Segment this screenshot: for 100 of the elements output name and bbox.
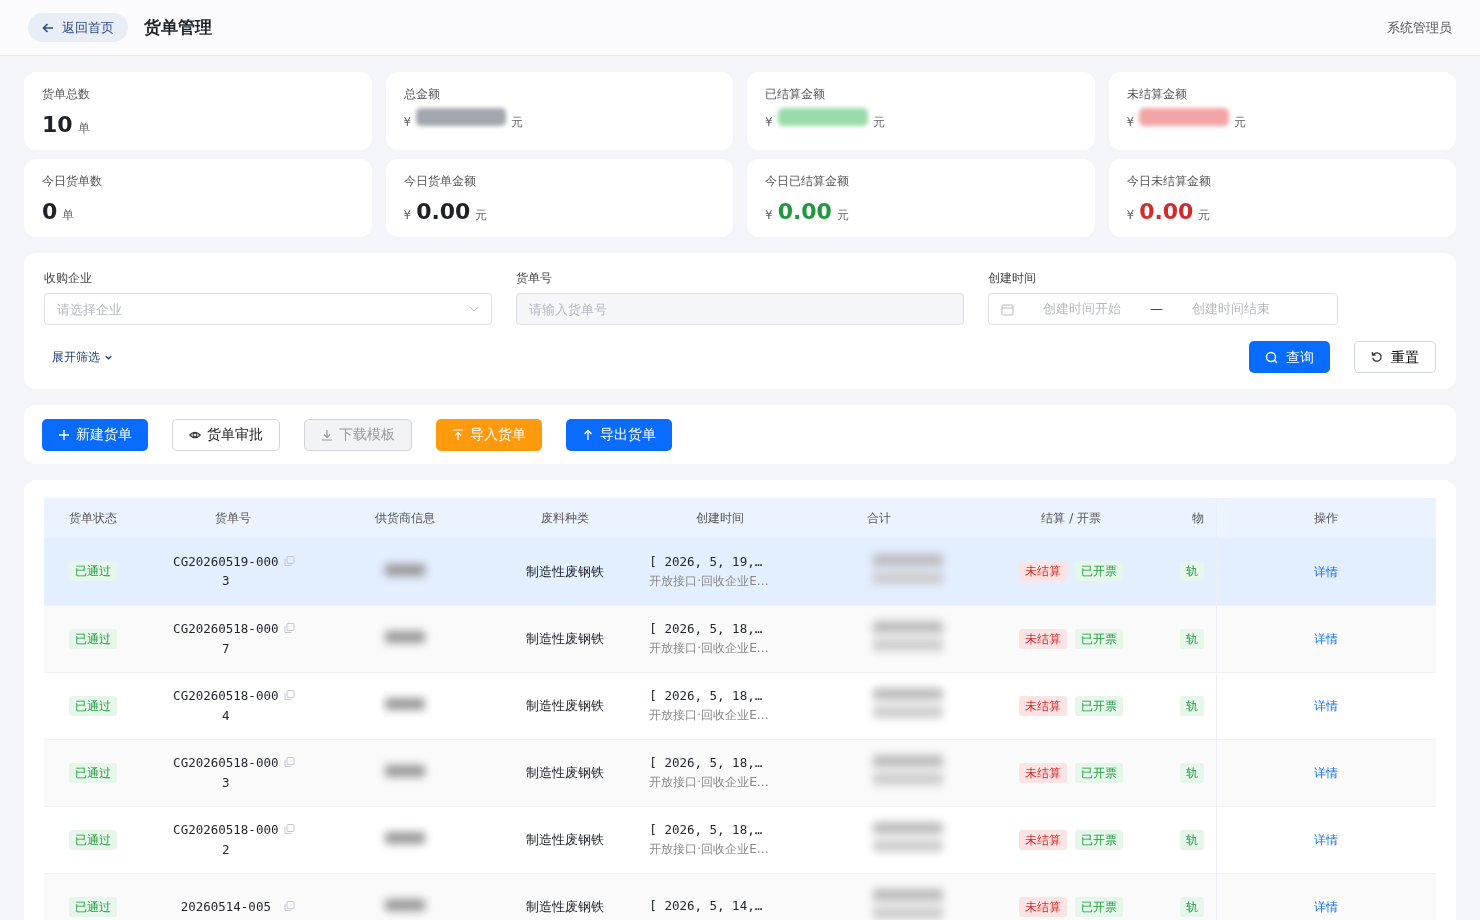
user-name: 系统管理员: [1387, 18, 1452, 37]
currency-sign: ¥: [1126, 114, 1135, 131]
copy-icon[interactable]: [283, 555, 295, 567]
stat-value: 0: [42, 198, 58, 226]
details-link[interactable]: 详情: [1314, 765, 1339, 780]
waste-type: 制造性废钢铁: [525, 697, 604, 713]
logistics-tag: 轨: [1179, 829, 1204, 850]
copy-icon[interactable]: [283, 623, 295, 635]
field-label: 收购企业: [44, 270, 93, 287]
search-button[interactable]: 查询: [1249, 341, 1330, 373]
blurred-value: [384, 630, 425, 643]
status-tag: 已通过: [68, 829, 117, 850]
blurred-value: [384, 697, 425, 710]
stat-label: 已结算金额: [765, 86, 826, 103]
stat-label: 未结算金额: [1126, 86, 1188, 103]
waste-type: 制造性废钢铁: [525, 563, 604, 579]
unit-label: 单: [77, 120, 90, 137]
order-number: CG20260518-0007: [172, 620, 280, 658]
copy-icon[interactable]: [283, 690, 295, 702]
blurred-value: [384, 764, 425, 777]
start-date-input[interactable]: 创建时间开始: [1022, 298, 1142, 320]
logistics-tag: 轨: [1179, 695, 1204, 716]
table-row[interactable]: 已通过 CG20260518-0007 制造性废钢铁 [ 2026, 5, 18,… 开放接口·回收企业E… 未结算 已开票 轨 详情: [44, 605, 1436, 672]
search-icon: [1265, 350, 1278, 364]
table-row[interactable]: 已通过 CG20260519-0003 制造性废钢铁 [ 2026, 5, 19,… 开放接口·回收企业E… 未结算 已开票 轨 详情: [44, 538, 1436, 605]
column-header: 创建时间: [645, 498, 796, 538]
logistics-tag: 轨: [1179, 896, 1204, 917]
order-number: CG20260519-0003: [172, 552, 280, 591]
status-tag: 已通过: [68, 762, 117, 783]
waste-type: 制造性废钢铁: [525, 764, 604, 780]
toolbar-button[interactable]: 货单审批: [172, 418, 280, 451]
invoice-tag: 已开票: [1075, 829, 1124, 850]
settlement-tag: 未结算: [1019, 896, 1068, 917]
arrow-left-icon: [42, 21, 54, 34]
stat-value: 10: [42, 111, 73, 139]
toolbar-button[interactable]: 导出货单: [566, 418, 672, 451]
copy-icon[interactable]: [283, 900, 295, 912]
waste-type: 制造性废钢铁: [525, 831, 604, 847]
logistics-tag: 轨: [1179, 762, 1204, 783]
unit-label: 元: [475, 207, 488, 224]
copy-icon[interactable]: [283, 757, 295, 769]
page-title: 货单管理: [144, 15, 212, 39]
blurred-value: [872, 620, 943, 651]
table-row[interactable]: 已通过 20260514-005 制造性废钢铁 [ 2026, 5, 14,… 未结算 已开票 轨 详情: [44, 873, 1436, 920]
order-number: CG20260518-0002: [172, 821, 280, 859]
stat-value: 0.00: [1139, 198, 1194, 226]
stat-value: 0.00: [777, 198, 832, 226]
invoice-tag: 已开票: [1075, 762, 1124, 783]
source-text: 开放接口·回收企业E…: [649, 840, 770, 858]
table-row[interactable]: 已通过 CG20260518-0002 制造性废钢铁 [ 2026, 5, 18,… 开放接口·回收企业E… 未结算 已开票 轨 详情: [44, 806, 1436, 873]
unit-label: 元: [511, 114, 524, 131]
settlement-tag: 未结算: [1019, 628, 1068, 649]
unit-label: 元: [1198, 207, 1211, 224]
source-text: 开放接口·回收企业E…: [649, 572, 770, 590]
column-header: 货单状态: [44, 498, 142, 538]
toolbar-button[interactable]: 新建货单: [42, 418, 148, 451]
field-label: 创建时间: [988, 270, 1037, 287]
settlement-tag: 未结算: [1019, 829, 1068, 850]
table-row[interactable]: 已通过 CG20260518-0003 制造性废钢铁 [ 2026, 5, 18,… 开放接口·回收企业E… 未结算 已开票 轨 详情: [44, 739, 1436, 806]
invoice-tag: 已开票: [1075, 695, 1124, 716]
calendar-icon: [1001, 302, 1014, 316]
table-row[interactable]: 已通过 CG20260518-0004 制造性废钢铁 [ 2026, 5, 18,… 开放接口·回收企业E… 未结算 已开票 轨 详情: [44, 672, 1436, 739]
details-link[interactable]: 详情: [1314, 631, 1339, 646]
blurred-value: [872, 888, 943, 919]
stat-label: 今日已结算金额: [765, 173, 850, 190]
status-tag: 已通过: [68, 561, 117, 582]
currency-sign: ¥: [403, 207, 412, 224]
details-link[interactable]: 详情: [1314, 698, 1339, 713]
logistics-tag: 轨: [1179, 561, 1204, 582]
blurred-value: [872, 687, 943, 718]
details-link[interactable]: 详情: [1314, 899, 1339, 914]
created-time: [ 2026, 5, 18,…: [649, 821, 764, 840]
settlement-tag: 未结算: [1019, 695, 1068, 716]
blurred-value: [872, 754, 943, 785]
details-link[interactable]: 详情: [1314, 564, 1339, 579]
created-time: [ 2026, 5, 14,…: [649, 897, 764, 916]
back-button[interactable]: 返回首页: [28, 12, 128, 43]
blurred-value: [384, 898, 425, 911]
order-number-field[interactable]: 请输入货单号: [516, 293, 964, 325]
column-header: 合计: [795, 498, 963, 538]
reset-button[interactable]: 重置: [1354, 341, 1436, 373]
currency-sign: ¥: [403, 114, 412, 131]
company-select[interactable]: 请选择企业: [44, 293, 492, 325]
unit-label: 元: [836, 207, 849, 224]
status-tag: 已通过: [68, 896, 117, 917]
stat-label: 总金额: [403, 86, 441, 103]
expand-filters-link[interactable]: 展开筛选: [52, 348, 113, 366]
currency-sign: ¥: [765, 114, 773, 131]
waste-type: 制造性废钢铁: [525, 630, 604, 646]
end-date-input[interactable]: 创建时间结束: [1171, 298, 1291, 320]
settlement-tag: 未结算: [1019, 762, 1068, 783]
field-label: 货单号: [516, 270, 553, 287]
reset-icon: [1371, 351, 1383, 363]
copy-icon[interactable]: [283, 824, 295, 836]
details-link[interactable]: 详情: [1314, 832, 1339, 847]
order-number: CG20260518-0004: [172, 687, 280, 725]
date-range-field[interactable]: 创建时间开始 — 创建时间结束: [988, 293, 1338, 325]
stat-label: 今日未结算金额: [1126, 173, 1212, 190]
column-header: 废料种类: [483, 498, 646, 538]
unit-label: 元: [872, 114, 885, 131]
